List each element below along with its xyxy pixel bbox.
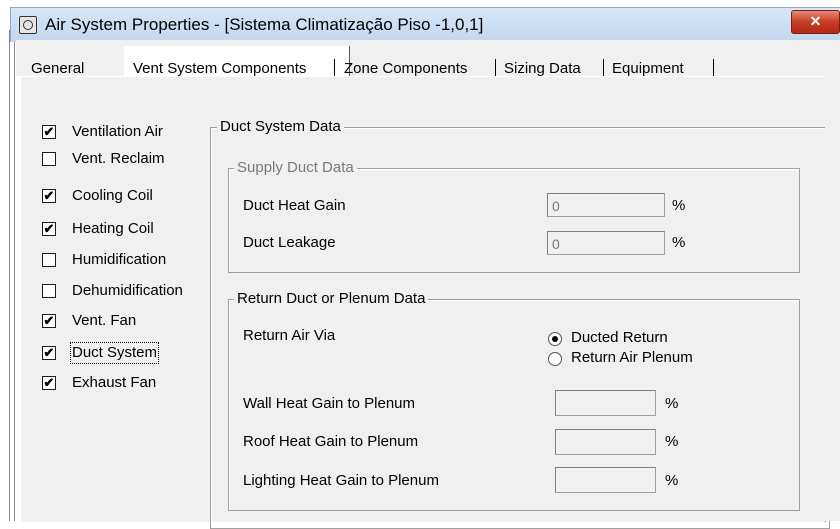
component-label: Heating Coil	[72, 220, 154, 237]
return-air-plenum-label: Return Air Plenum	[571, 349, 693, 366]
lighting-heat-gain-input[interactable]	[555, 467, 656, 493]
component-label: Vent. Reclaim	[72, 150, 165, 167]
app-icon	[19, 16, 37, 34]
duct-system-title: Duct System Data	[217, 118, 344, 136]
window-border-inner	[14, 40, 15, 521]
duct-leakage-label: Duct Leakage	[243, 234, 336, 251]
close-button[interactable]: ✕	[791, 10, 840, 34]
roof-heat-gain-unit: %	[665, 433, 679, 450]
checkbox-humidification[interactable]	[42, 253, 56, 267]
component-label: Dehumidification	[72, 282, 183, 299]
ducted-return-radio[interactable]	[548, 332, 562, 346]
return-duct-title: Return Duct or Plenum Data	[234, 290, 429, 308]
component-label: Exhaust Fan	[72, 374, 157, 391]
checkbox-ventilation-air[interactable]: ✔	[42, 125, 56, 139]
duct-heat-gain-unit: %	[672, 197, 686, 214]
component-label: Cooling Coil	[72, 187, 153, 204]
return-air-via-label: Return Air Via	[243, 327, 336, 344]
supply-duct-title: Supply Duct Data	[234, 159, 357, 177]
duct-heat-gain-label: Duct Heat Gain	[243, 197, 346, 214]
checkbox-vent-fan[interactable]: ✔	[42, 314, 56, 328]
duct-leakage-input[interactable]: 0	[547, 231, 665, 255]
wall-heat-gain-label: Wall Heat Gain to Plenum	[243, 395, 416, 412]
checkbox-duct-system[interactable]: ✔	[42, 346, 56, 360]
return-air-plenum-option[interactable]: Return Air Plenum	[548, 349, 748, 369]
lighting-heat-gain-label: Lighting Heat Gain to Plenum	[243, 472, 439, 489]
tab-strip: General Vent System Components Zone Comp…	[16, 40, 840, 79]
roof-heat-gain-label: Roof Heat Gain to Plenum	[243, 433, 419, 450]
checkbox-heating-coil[interactable]: ✔	[42, 222, 56, 236]
window-border	[9, 30, 10, 521]
components-list: ✔ Ventilation Air Vent. Reclaim ✔ Coolin…	[21, 77, 211, 407]
roof-heat-gain-input[interactable]	[555, 429, 656, 455]
lighting-heat-gain-unit: %	[665, 472, 679, 489]
window-right-edge	[825, 76, 840, 521]
window-title: Air System Properties - [Sistema Climati…	[45, 15, 484, 34]
duct-leakage-unit: %	[672, 234, 686, 251]
component-label: Duct System	[69, 342, 160, 364]
checkbox-cooling-coil[interactable]: ✔	[42, 189, 56, 203]
supply-duct-group	[228, 168, 800, 273]
wall-heat-gain-input[interactable]	[555, 390, 656, 416]
return-air-plenum-radio[interactable]	[548, 352, 562, 366]
checkbox-dehumidification[interactable]	[42, 284, 56, 298]
checkbox-exhaust-fan[interactable]: ✔	[42, 376, 56, 390]
tab-panel: ✔ Ventilation Air Vent. Reclaim ✔ Coolin…	[20, 76, 830, 529]
component-label: Humidification	[72, 251, 167, 268]
ducted-return-label: Ducted Return	[571, 329, 668, 346]
title-bar[interactable]: Air System Properties - [Sistema Climati…	[10, 7, 840, 42]
component-label: Ventilation Air	[72, 123, 163, 140]
checkbox-vent-reclaim[interactable]	[42, 152, 56, 166]
component-label: Vent. Fan	[72, 312, 137, 329]
wall-heat-gain-unit: %	[665, 395, 679, 412]
duct-heat-gain-input[interactable]: 0	[547, 193, 665, 217]
ducted-return-option[interactable]: Ducted Return	[548, 329, 728, 349]
